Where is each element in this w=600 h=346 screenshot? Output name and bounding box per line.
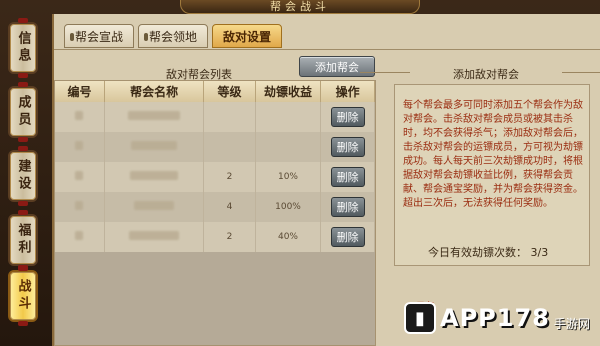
tab-divider: [54, 49, 600, 50]
attempts-value: 3/3: [530, 246, 549, 259]
id-cell: [75, 141, 84, 150]
col-income: 劫镖收益: [255, 81, 322, 102]
game-window: 帮会战斗 信息 成员 建设 福利 战斗 帮会宣战 帮会领地 敌对设置 敌对帮会列…: [0, 0, 600, 346]
delete-button[interactable]: 删除: [330, 137, 365, 157]
id-cell: [75, 201, 84, 210]
side-tab-battle[interactable]: 战斗: [8, 266, 38, 326]
tab-enemy-settings[interactable]: 敌对设置: [212, 24, 282, 48]
attempts-counter: 今日有效劫镖次数： 3/3: [428, 244, 548, 260]
side-tab-members[interactable]: 成员: [8, 82, 38, 142]
name-cell: [129, 231, 180, 240]
name-cell: [131, 141, 178, 150]
side-tab-welfare[interactable]: 福利: [8, 210, 38, 270]
enemy-table: 编号 帮会名称 等级 劫镖收益 操作 删除 删除 2 10% 删除 4 100%…: [54, 80, 376, 346]
id-cell: [75, 111, 84, 120]
income-cell: 100%: [255, 192, 322, 222]
col-id: 编号: [55, 81, 105, 102]
table-row: 删除: [55, 102, 375, 132]
enemy-list-section: 敌对帮会列表 添加帮会 编号 帮会名称 等级 劫镖收益 操作 删除 删除 2 1…: [54, 54, 382, 346]
phone-icon: ▮: [404, 302, 436, 334]
add-guild-button[interactable]: 添加帮会: [299, 56, 375, 77]
income-cell: 10%: [255, 162, 322, 192]
income-cell: [255, 132, 322, 162]
level-cell: 2: [203, 222, 256, 252]
rules-title: 添加敌对帮会: [360, 66, 600, 82]
window-title: 帮会战斗: [180, 0, 420, 14]
watermark-sub: 手游网: [553, 316, 590, 331]
level-cell: [203, 102, 256, 132]
delete-button[interactable]: 删除: [330, 167, 365, 187]
attempts-label: 今日有效劫镖次数：: [428, 246, 527, 259]
table-header: 编号 帮会名称 等级 劫镖收益 操作: [55, 81, 375, 102]
level-cell: 4: [203, 192, 256, 222]
name-cell: [134, 201, 175, 210]
name-cell: [128, 111, 181, 120]
name-cell: [130, 171, 179, 180]
id-cell: [75, 231, 84, 240]
id-cell: [75, 171, 84, 180]
table-row: 2 10% 删除: [55, 162, 375, 192]
watermark-text: APP178: [440, 304, 550, 332]
tab-row: 帮会宣战 帮会领地 敌对设置: [64, 24, 282, 50]
watermark: ▮ APP178 手游网: [404, 290, 600, 346]
col-name: 帮会名称: [104, 81, 205, 102]
delete-button[interactable]: 删除: [330, 227, 365, 247]
level-cell: [203, 132, 256, 162]
tab-guild-war[interactable]: 帮会宣战: [64, 24, 134, 48]
income-cell: [255, 102, 322, 132]
side-tab-info[interactable]: 信息: [8, 18, 38, 78]
level-cell: 2: [203, 162, 256, 192]
rules-text: 每个帮会最多可同时添加五个帮会作为敌对帮会。击杀敌对帮会成员或被其击杀时，均不会…: [394, 84, 590, 266]
income-cell: 40%: [255, 222, 322, 252]
tab-guild-territory[interactable]: 帮会领地: [138, 24, 208, 48]
col-action: 操作: [320, 81, 375, 102]
table-row: 4 100% 删除: [55, 192, 375, 222]
side-tab-build[interactable]: 建设: [8, 146, 38, 206]
table-row: 删除: [55, 132, 375, 162]
col-level: 等级: [203, 81, 256, 102]
delete-button[interactable]: 删除: [330, 197, 365, 217]
table-row: 2 40% 删除: [55, 222, 375, 252]
delete-button[interactable]: 删除: [330, 107, 365, 127]
